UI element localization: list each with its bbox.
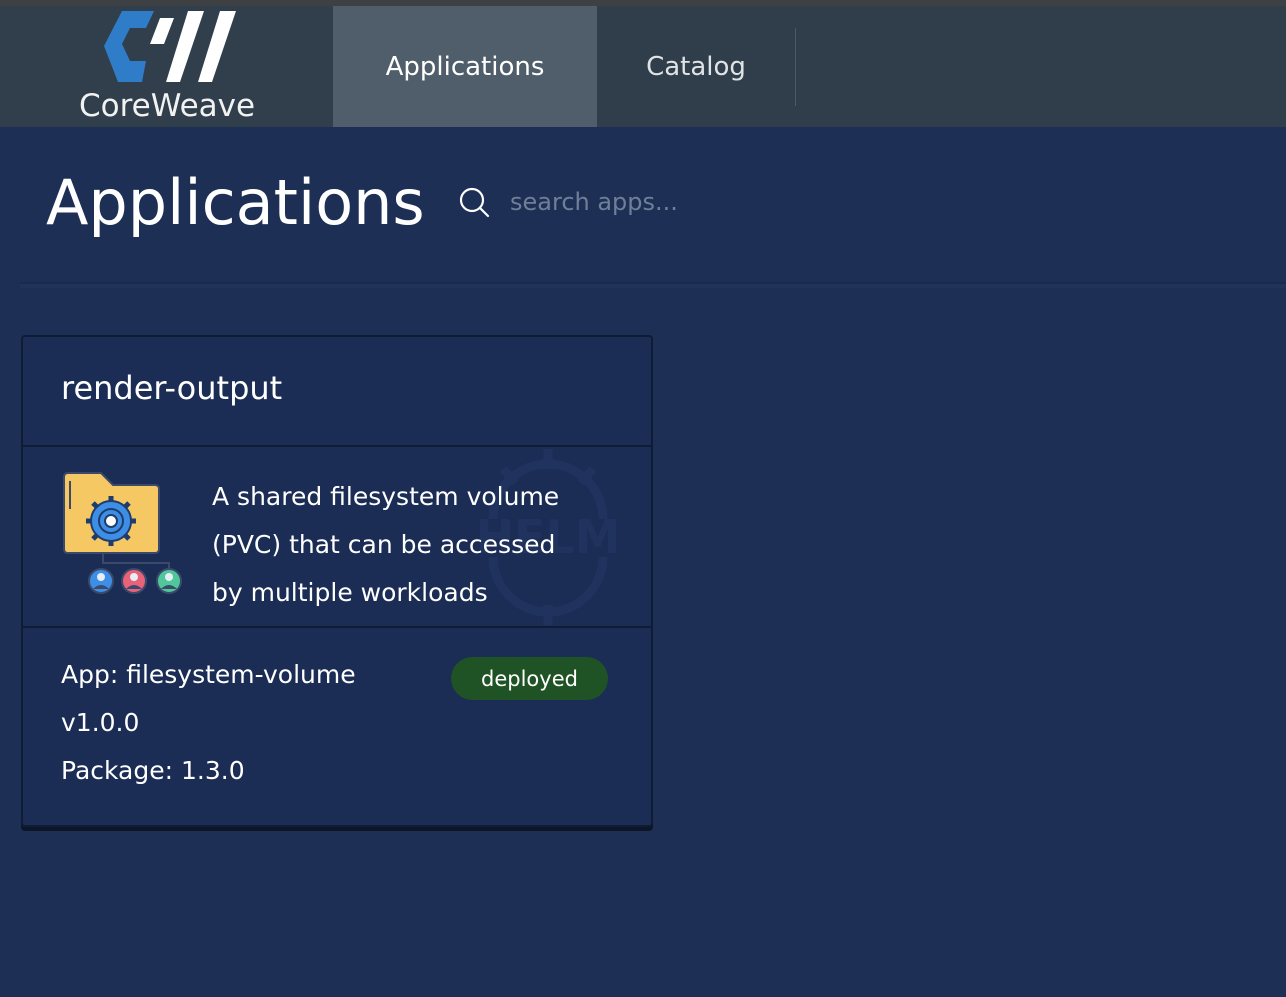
search-icon[interactable] [458,186,492,220]
status-badge: deployed [451,657,608,700]
description-line: by multiple workloads [212,578,488,607]
brand-name: CoreWeave [79,88,256,124]
page-title: Applications [46,166,425,239]
app-name: App: filesystem-volume [61,660,356,689]
app-card[interactable]: render-output HELM A shared filesystem v… [21,335,653,827]
section-divider [20,282,1286,288]
nav-divider [795,28,796,106]
search-input[interactable] [510,180,810,224]
card-title[interactable]: render-output [61,369,282,407]
app-version: v1.0.0 [61,708,140,737]
tab-applications[interactable]: Applications [333,6,597,127]
user-avatar-icon [156,568,182,594]
user-avatar-icon [121,568,147,594]
card-divider [23,445,651,447]
brand-logo[interactable]: CoreWeave [0,6,333,127]
app-meta: App: filesystem-volume v1.0.0 Package: 1… [61,651,356,795]
app-description: A shared filesystem volume (PVC) that ca… [212,473,612,617]
card-divider [23,626,651,628]
top-navigation-bar: CoreWeave Applications Catalog [0,6,1286,127]
folder-gear-icon [63,472,182,594]
coreweave-logo [104,11,236,82]
tab-catalog[interactable]: Catalog [597,6,795,127]
description-line: (PVC) that can be accessed [212,530,556,559]
user-avatar-icon [88,568,114,594]
package-version: Package: 1.3.0 [61,756,245,785]
description-line: A shared filesystem volume [212,482,560,511]
